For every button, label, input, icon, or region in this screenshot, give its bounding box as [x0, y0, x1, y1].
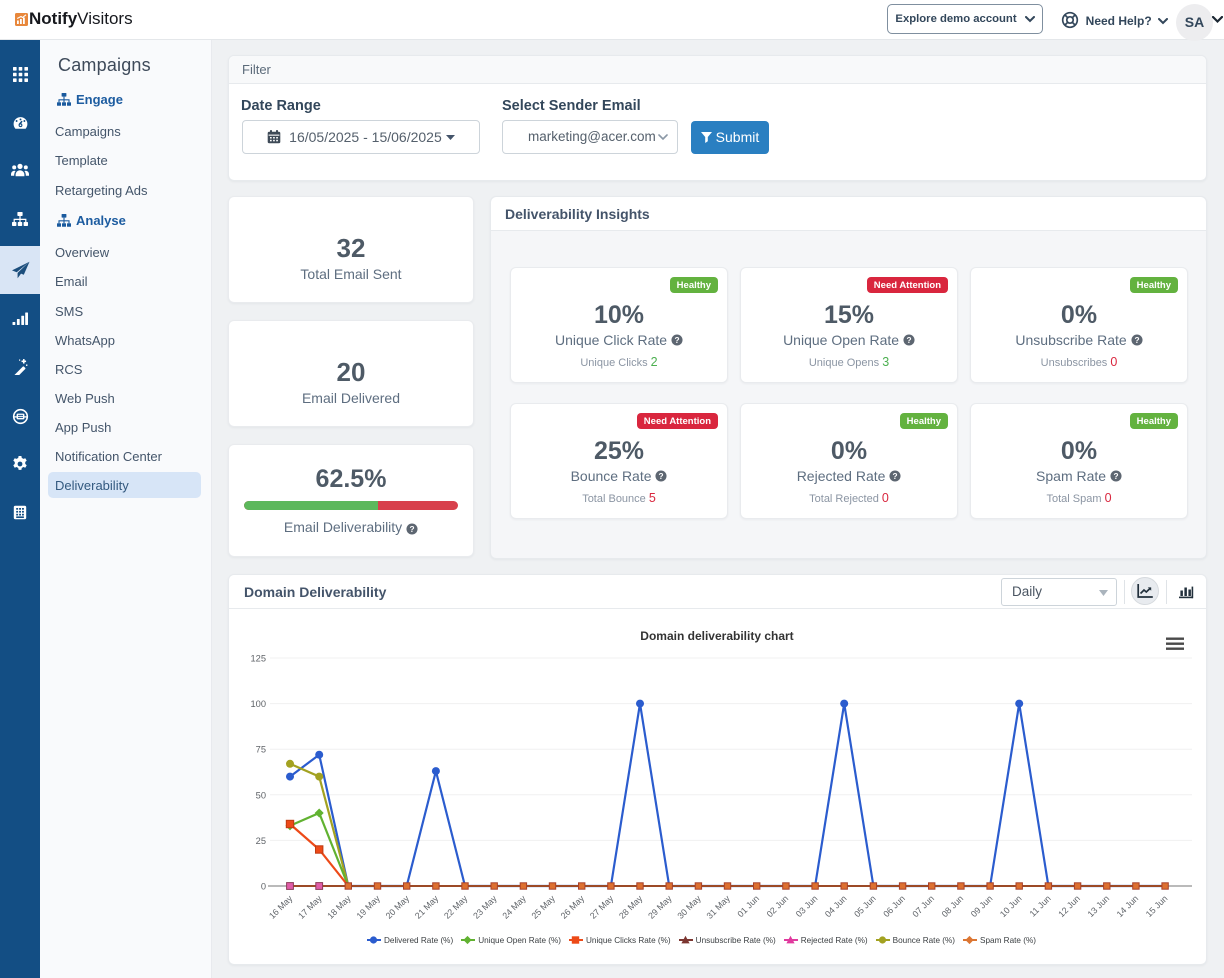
- svg-text:?: ?: [1113, 471, 1118, 481]
- svg-text:01 Jun: 01 Jun: [735, 893, 761, 919]
- svg-text:31 May: 31 May: [704, 893, 732, 921]
- svg-text:02 Jun: 02 Jun: [765, 893, 791, 919]
- svg-text:04 Jun: 04 Jun: [823, 893, 849, 919]
- svg-text:23 May: 23 May: [471, 893, 499, 921]
- svg-text:10 Jun: 10 Jun: [998, 893, 1024, 919]
- svg-text:06 Jun: 06 Jun: [881, 893, 907, 919]
- svg-text:?: ?: [893, 471, 898, 481]
- svg-text:13 Jun: 13 Jun: [1085, 893, 1111, 919]
- svg-text:26 May: 26 May: [559, 893, 587, 921]
- svg-text:75: 75: [256, 745, 266, 755]
- svg-text:09 Jun: 09 Jun: [969, 893, 995, 919]
- svg-text:27 May: 27 May: [588, 893, 616, 921]
- svg-text:17 May: 17 May: [296, 893, 324, 921]
- svg-text:19 May: 19 May: [354, 893, 382, 921]
- svg-text:12 Jun: 12 Jun: [1056, 893, 1082, 919]
- svg-text:29 May: 29 May: [646, 893, 674, 921]
- svg-text:08 Jun: 08 Jun: [940, 893, 966, 919]
- svg-text:25: 25: [256, 836, 266, 846]
- svg-text:14 Jun: 14 Jun: [1115, 893, 1141, 919]
- svg-text:18 May: 18 May: [325, 893, 353, 921]
- svg-text:?: ?: [906, 335, 911, 345]
- svg-text:03 Jun: 03 Jun: [794, 893, 820, 919]
- svg-text:15 Jun: 15 Jun: [1144, 893, 1170, 919]
- svg-text:?: ?: [410, 524, 415, 534]
- svg-text:28 May: 28 May: [617, 893, 645, 921]
- svg-text:50: 50: [256, 790, 266, 800]
- svg-text:100: 100: [250, 699, 266, 709]
- svg-text:07 Jun: 07 Jun: [910, 893, 936, 919]
- svg-text:21 May: 21 May: [413, 893, 441, 921]
- svg-text:?: ?: [659, 471, 664, 481]
- svg-text:11 Jun: 11 Jun: [1028, 893, 1053, 918]
- svg-text:05 Jun: 05 Jun: [852, 893, 878, 919]
- svg-text:125: 125: [250, 654, 266, 664]
- svg-text:20 May: 20 May: [384, 893, 412, 921]
- svg-text:22 May: 22 May: [442, 893, 470, 921]
- svg-text:24 May: 24 May: [500, 893, 528, 921]
- svg-text:?: ?: [1134, 335, 1139, 345]
- svg-text:25 May: 25 May: [529, 893, 557, 921]
- svg-text:16 May: 16 May: [267, 893, 295, 921]
- svg-text:0: 0: [261, 882, 266, 892]
- svg-text:?: ?: [674, 335, 679, 345]
- svg-text:30 May: 30 May: [675, 893, 703, 921]
- svg-text:Domain deliverability chart: Domain deliverability chart: [640, 629, 793, 643]
